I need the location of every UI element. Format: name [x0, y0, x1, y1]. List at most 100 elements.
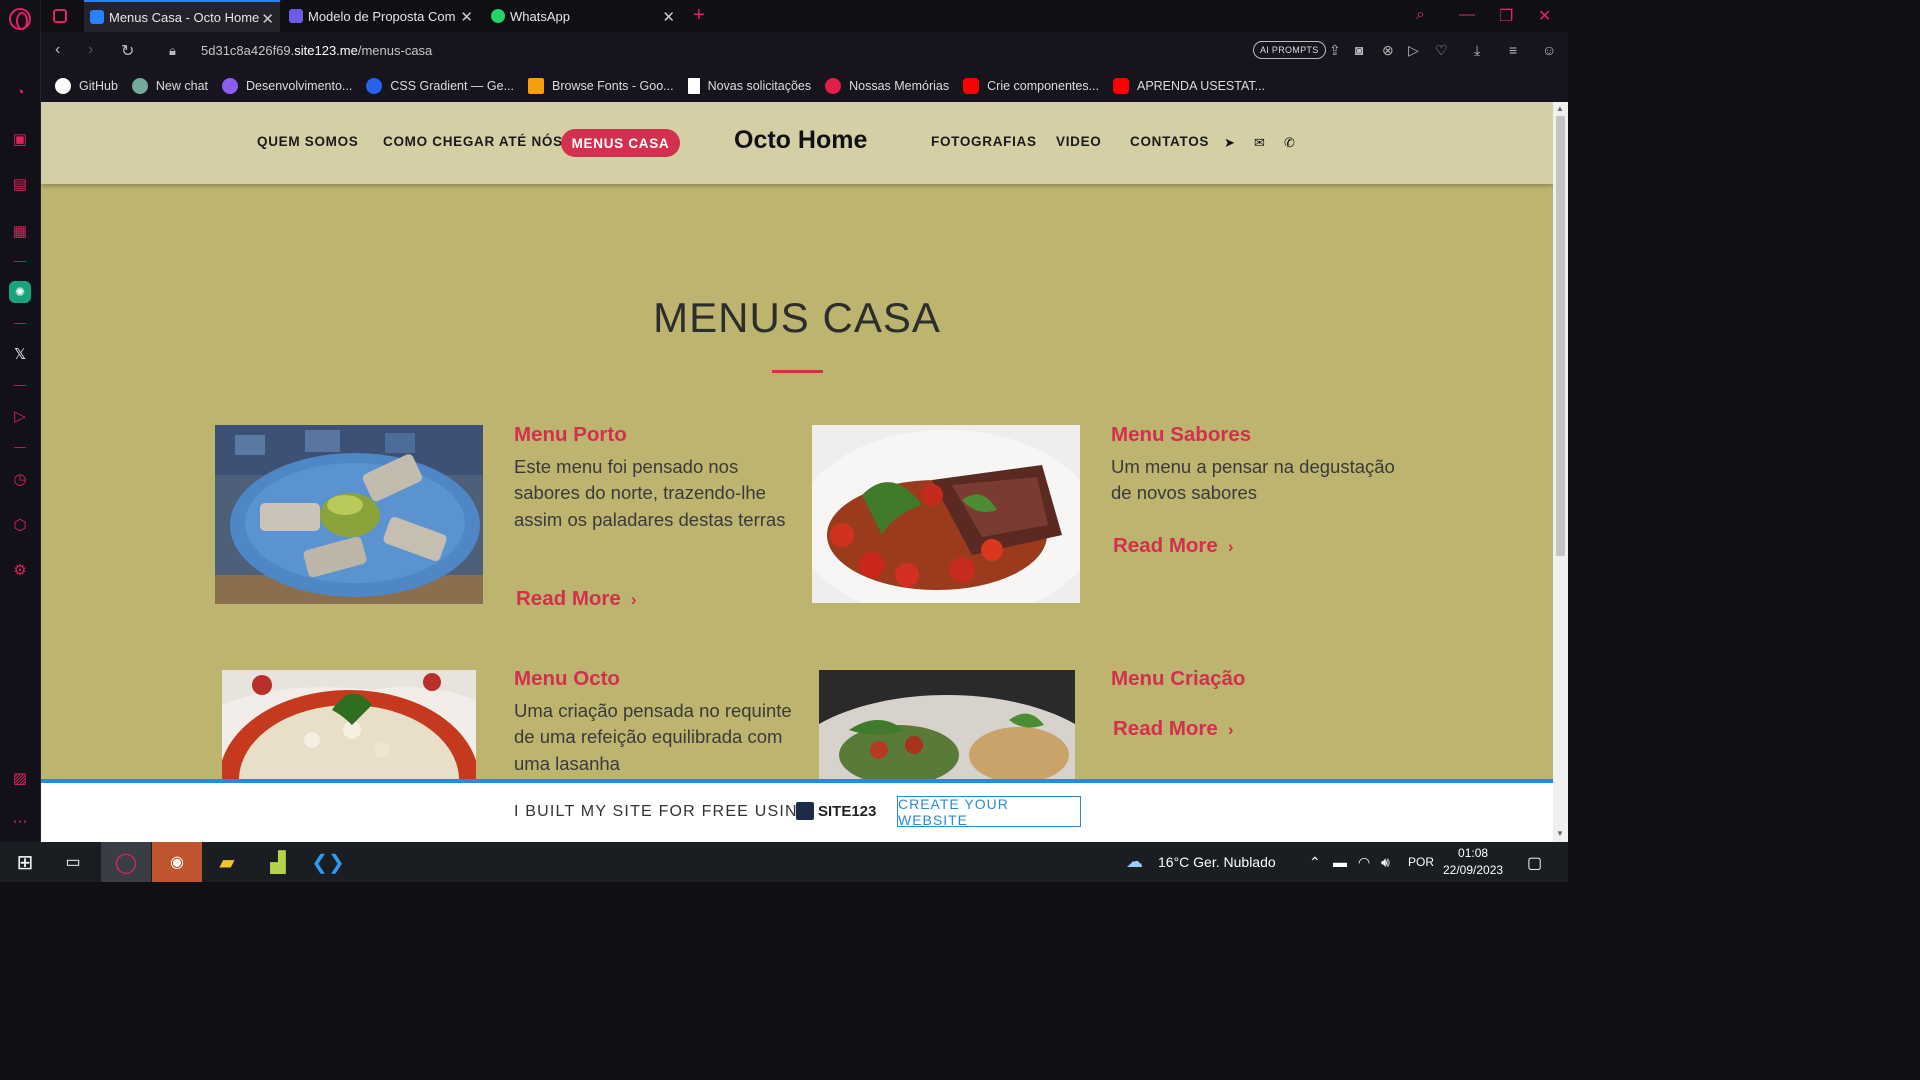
- tab-modelo-proposta[interactable]: Modelo de Proposta Come ✕: [283, 0, 479, 32]
- nav-como-chegar[interactable]: COMO CHEGAR ATÉ NÓS: [383, 134, 563, 149]
- scrollbar-thumb[interactable]: [1556, 116, 1565, 556]
- site123-logo[interactable]: SITE123: [796, 802, 876, 820]
- reload-icon[interactable]: ↻: [121, 41, 134, 61]
- phone-icon[interactable]: ✆: [1284, 135, 1295, 151]
- nav-video[interactable]: VIDEO: [1056, 134, 1102, 149]
- task-view-icon[interactable]: ▭: [48, 842, 98, 882]
- new-tab-plus-icon[interactable]: +: [693, 4, 705, 27]
- url-field[interactable]: 5d31c8a426f69.site123.me/menus-casa: [201, 43, 432, 58]
- bookmark-favicon-icon: [366, 78, 383, 94]
- bookmark-nossas-memorias[interactable]: Nossas Memórias: [825, 78, 949, 94]
- menu-sabores-image[interactable]: [812, 425, 1080, 603]
- tab-menus-casa[interactable]: Menus Casa - Octo Home ✕: [84, 0, 280, 32]
- file-explorer-icon[interactable]: ▰: [202, 842, 252, 882]
- tab-whatsapp[interactable]: WhatsApp ✕: [485, 0, 681, 32]
- youtube-icon: [963, 78, 980, 94]
- bookmark-new-chat[interactable]: New chat: [131, 78, 208, 94]
- nav-contatos[interactable]: CONTATOS: [1130, 134, 1209, 149]
- chip-icon[interactable]: ▦: [9, 220, 31, 242]
- opera-taskbar-icon[interactable]: ◯: [101, 842, 151, 882]
- camera-icon[interactable]: ◙: [1355, 42, 1363, 58]
- back-icon[interactable]: ‹: [55, 41, 60, 59]
- forward-icon[interactable]: ›: [88, 41, 93, 59]
- site-brand[interactable]: Octo Home: [734, 126, 867, 155]
- scroll-up-icon[interactable]: ▲: [1556, 104, 1564, 113]
- profile-icon[interactable]: ☺: [1542, 42, 1556, 58]
- minimize-icon[interactable]: —: [1459, 6, 1475, 24]
- opera-logo-icon[interactable]: [9, 8, 31, 30]
- send-icon[interactable]: ▷: [1408, 42, 1419, 59]
- weather-cloud-icon[interactable]: ☁: [1126, 852, 1143, 872]
- twitch-icon[interactable]: ▤: [9, 173, 31, 195]
- create-website-button[interactable]: CREATE YOUR WEBSITE: [897, 796, 1081, 828]
- extensions-cube-icon[interactable]: ⬡: [9, 514, 31, 536]
- notifications-icon[interactable]: ▢: [1527, 853, 1542, 873]
- scroll-down-icon[interactable]: ▼: [1556, 829, 1564, 838]
- menu-sabores-title[interactable]: Menu Sabores: [1111, 423, 1251, 447]
- app-taskbar-icon[interactable]: ▟: [253, 842, 303, 882]
- history-icon[interactable]: ◷: [9, 468, 31, 490]
- menu-criacao-image[interactable]: [819, 670, 1075, 780]
- tab-title: Modelo de Proposta Come: [308, 8, 456, 24]
- language-indicator[interactable]: POR: [1408, 855, 1434, 869]
- envelope-icon[interactable]: ✉: [1254, 135, 1265, 151]
- adblock-icon[interactable]: ⊗: [1382, 42, 1394, 59]
- tab-title: Menus Casa - Octo Home: [109, 9, 260, 25]
- youtube-icon: [1112, 78, 1129, 94]
- settings-gear-icon[interactable]: ⚙: [9, 559, 31, 581]
- shopping-bag-icon[interactable]: ▣: [9, 128, 31, 150]
- opera-gx-taskbar-icon[interactable]: ◉: [152, 842, 202, 882]
- bookmark-desenvolvimento[interactable]: Desenvolvimento...: [222, 78, 352, 94]
- wifi-icon[interactable]: ◠: [1358, 854, 1370, 871]
- close-tab-icon[interactable]: ✕: [662, 8, 675, 26]
- player-icon[interactable]: ▷: [9, 405, 31, 427]
- menu-porto-image[interactable]: [215, 425, 483, 604]
- easy-setup-icon[interactable]: ≡: [1509, 42, 1517, 58]
- bookmark-aprenda-usestate[interactable]: APRENDA USESTAT...: [1112, 78, 1266, 94]
- bookmark-github[interactable]: GitHub: [55, 78, 118, 94]
- bookmark-label: APRENDA USESTAT...: [1136, 79, 1266, 93]
- tray-chevron-up-icon[interactable]: ⌃: [1309, 854, 1321, 871]
- bookmark-crie-componentes[interactable]: Crie componentes...: [963, 78, 1099, 94]
- bookmark-novas-solicitacoes[interactable]: Novas solicitações: [687, 78, 811, 94]
- download-icon[interactable]: ⤓: [1474, 42, 1480, 59]
- close-tab-icon[interactable]: ✕: [460, 8, 473, 26]
- vscode-icon[interactable]: ❮❯: [303, 842, 353, 882]
- sidebar-divider: [14, 323, 26, 324]
- bookmark-label: Nossas Memórias: [849, 79, 950, 93]
- battery-icon[interactable]: ▬: [1333, 854, 1347, 870]
- chatgpt-icon: [131, 78, 148, 94]
- x-twitter-icon[interactable]: 𝕏: [9, 343, 31, 365]
- bookmark-browse-fonts[interactable]: Browse Fonts - Goo...: [528, 78, 674, 94]
- close-window-icon[interactable]: ✕: [1538, 6, 1551, 26]
- share-icon[interactable]: ⇪: [1329, 42, 1341, 59]
- speed-dial-icon[interactable]: ◔: [9, 81, 31, 103]
- heart-icon[interactable]: ♡: [1435, 42, 1448, 59]
- windows-start-icon[interactable]: ⊞: [0, 842, 50, 882]
- lock-icon: 🔒︎: [169, 43, 176, 58]
- location-arrow-icon[interactable]: ➤: [1224, 135, 1235, 151]
- gallery-icon[interactable]: ▨: [9, 767, 31, 789]
- menu-porto-title[interactable]: Menu Porto: [514, 423, 627, 447]
- nav-fotografias[interactable]: FOTOGRAFIAS: [931, 134, 1037, 149]
- bookmark-css-gradient[interactable]: CSS Gradient — Ge...: [366, 78, 514, 94]
- menu-criacao-title[interactable]: Menu Criação: [1111, 667, 1245, 691]
- search-tabs-icon[interactable]: ⌕: [1416, 6, 1425, 24]
- chatgpt-icon[interactable]: ✺: [9, 281, 31, 303]
- more-dots-icon[interactable]: ⋯: [9, 810, 31, 832]
- weather-text[interactable]: 16°C Ger. Nublado: [1158, 854, 1276, 870]
- ai-prompts-button[interactable]: AI PROMPTS: [1253, 41, 1326, 59]
- restore-icon[interactable]: ❐: [1499, 6, 1513, 26]
- nav-menus-casa[interactable]: MENUS CASA: [561, 129, 680, 157]
- tab-workspace[interactable]: [47, 0, 83, 32]
- page-scrollbar[interactable]: ▲ ▼: [1553, 102, 1568, 842]
- menu-porto-read-more[interactable]: Read More ›: [516, 587, 636, 611]
- close-tab-icon[interactable]: ✕: [261, 10, 274, 28]
- volume-icon[interactable]: 🔊︎: [1381, 854, 1390, 871]
- menu-criacao-read-more[interactable]: Read More ›: [1113, 717, 1233, 741]
- menu-octo-image[interactable]: [222, 670, 476, 780]
- nav-quem-somos[interactable]: QUEM SOMOS: [257, 134, 359, 149]
- menu-octo-title[interactable]: Menu Octo: [514, 667, 620, 691]
- menu-sabores-read-more[interactable]: Read More ›: [1113, 534, 1233, 558]
- system-clock[interactable]: 01:08 22/09/2023: [1443, 845, 1503, 879]
